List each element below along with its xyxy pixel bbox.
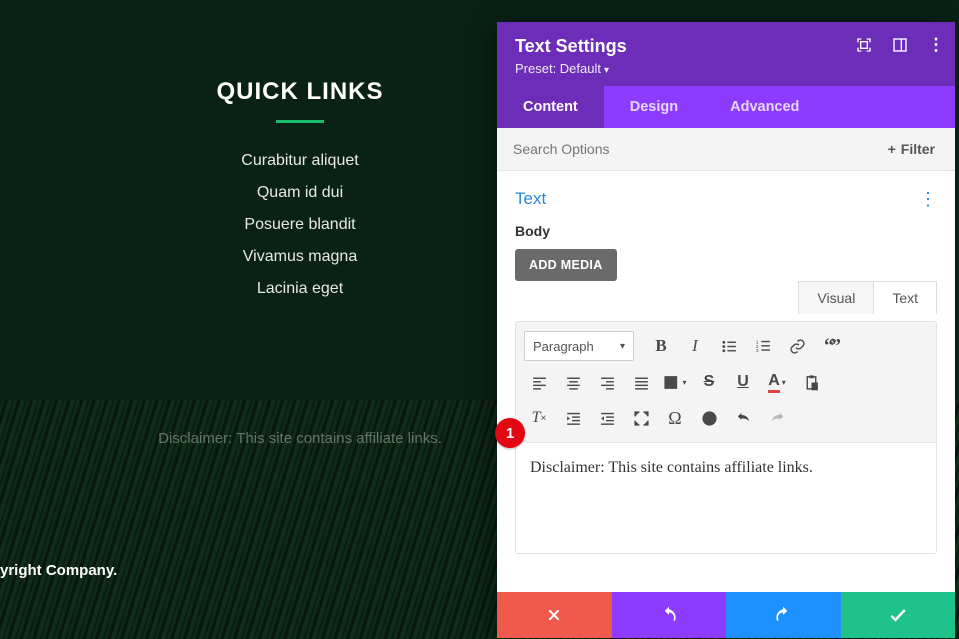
link-icon[interactable] (782, 331, 812, 361)
section-header-link[interactable]: Link ⋮ (515, 574, 937, 592)
search-input[interactable] (509, 128, 880, 170)
section-header-text[interactable]: Text ⋮ (515, 171, 937, 217)
heading-underline (276, 120, 324, 123)
preset-label: Preset: Default (515, 61, 601, 76)
snap-icon[interactable] (891, 36, 909, 54)
discard-button[interactable] (497, 592, 612, 638)
align-right-icon[interactable] (592, 367, 622, 397)
editor-tab-text[interactable]: Text (874, 281, 937, 314)
save-button[interactable] (841, 592, 956, 638)
tab-content[interactable]: Content (497, 86, 604, 128)
indent-icon[interactable] (592, 403, 622, 433)
format-select[interactable]: Paragraph ▾ (524, 331, 634, 361)
align-justify-icon[interactable] (626, 367, 656, 397)
outdent-icon[interactable] (558, 403, 588, 433)
section-menu-icon[interactable]: ⋮ (919, 190, 937, 208)
search-bar: + Filter (497, 128, 955, 171)
bold-icon[interactable]: B (646, 331, 676, 361)
panel-action-bar (497, 592, 955, 638)
chevron-down-icon: ▾ (620, 341, 625, 352)
preset-dropdown[interactable]: Preset: Default▾ (515, 61, 937, 76)
panel-header-actions: ⋮ (855, 36, 945, 54)
panel-header: Text Settings Preset: Default▾ ⋮ (497, 22, 955, 86)
panel-tabs: Content Design Advanced (497, 86, 955, 128)
italic-icon[interactable]: I (680, 331, 710, 361)
strikethrough-icon[interactable]: S (694, 367, 724, 397)
fullscreen-icon[interactable] (626, 403, 656, 433)
rich-text-editor: Paragraph ▾ B I 123 “” ▾ S (515, 321, 937, 554)
numbered-list-icon[interactable]: 123 (748, 331, 778, 361)
editor-mode-tabs: Visual Text (515, 281, 937, 314)
text-color-icon[interactable]: A▾ (762, 367, 792, 397)
format-select-value: Paragraph (533, 339, 594, 354)
editor-content[interactable]: Disclaimer: This site contains affiliate… (516, 443, 936, 553)
plus-icon: + (888, 141, 896, 157)
blockquote-icon[interactable]: “” (816, 331, 846, 361)
editor-toolbar: Paragraph ▾ B I 123 “” ▾ S (516, 322, 936, 443)
add-media-button[interactable]: ADD MEDIA (515, 249, 617, 281)
svg-text:3: 3 (755, 348, 758, 354)
bullet-list-icon[interactable] (714, 331, 744, 361)
filter-label: Filter (901, 141, 935, 157)
underline-icon[interactable]: U (728, 367, 758, 397)
kebab-menu-icon[interactable]: ⋮ (927, 36, 945, 54)
redo-button[interactable] (726, 592, 841, 638)
panel-body: Text ⋮ Body ADD MEDIA Visual Text Paragr… (497, 171, 955, 592)
tab-design[interactable]: Design (604, 86, 704, 128)
expand-icon[interactable] (855, 36, 873, 54)
redo-icon[interactable] (762, 403, 792, 433)
table-icon[interactable]: ▾ (660, 367, 690, 397)
undo-icon[interactable] (728, 403, 758, 433)
callout-badge-1: 1 (495, 418, 525, 448)
undo-button[interactable] (612, 592, 727, 638)
special-char-icon[interactable]: Ω (660, 403, 690, 433)
body-label: Body (515, 223, 937, 239)
paste-icon[interactable] (796, 367, 826, 397)
align-left-icon[interactable] (524, 367, 554, 397)
editor-tab-visual[interactable]: Visual (798, 281, 874, 314)
settings-panel: Text Settings Preset: Default▾ ⋮ Content… (497, 22, 955, 638)
align-center-icon[interactable] (558, 367, 588, 397)
copyright-text: yright Company. (0, 562, 500, 579)
chevron-down-icon: ▾ (604, 65, 609, 76)
tab-advanced[interactable]: Advanced (704, 86, 825, 128)
clear-formatting-icon[interactable]: T× (524, 403, 554, 433)
filter-button[interactable]: + Filter (880, 135, 943, 163)
emoji-icon[interactable] (694, 403, 724, 433)
section-title-text: Text (515, 189, 546, 209)
